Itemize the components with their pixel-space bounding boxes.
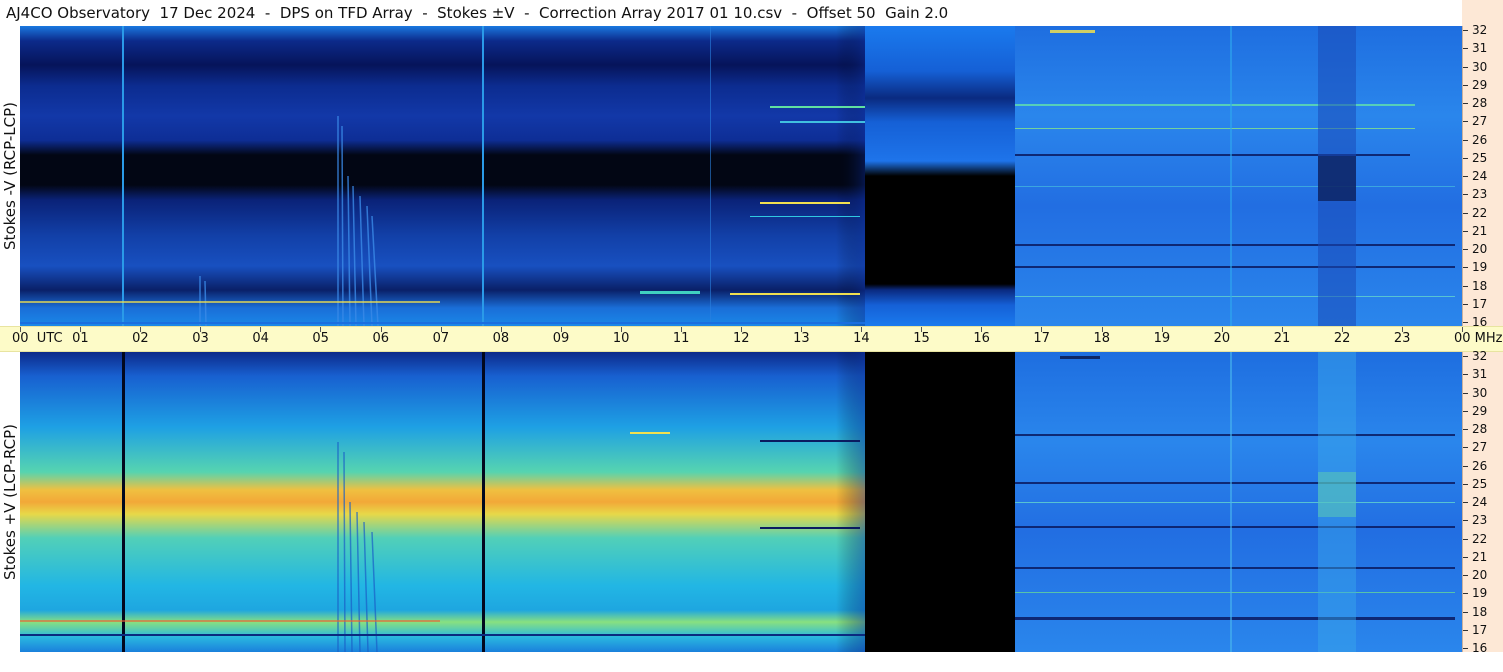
hour-tick: [200, 327, 202, 332]
freq-label: 30: [1472, 385, 1488, 400]
hour-tick: [981, 327, 983, 332]
freq-label: 18: [1472, 278, 1488, 293]
hour-tick: [801, 327, 803, 332]
freq-label: 17: [1472, 622, 1488, 637]
freq-label: 24: [1472, 169, 1488, 183]
hour-tick: [921, 327, 923, 332]
freq-label: 30: [1472, 59, 1488, 74]
freq-label: 28: [1472, 422, 1488, 436]
hour-tick: [20, 327, 21, 332]
freq-label: 23: [1472, 187, 1488, 202]
freq-label: 19: [1472, 260, 1488, 275]
freq-label: 28: [1472, 96, 1488, 110]
top-panel-label-text: Stokes -V (RCP-LCP): [1, 102, 19, 250]
bottom-gap-region: [865, 352, 1015, 652]
hour-tick: [861, 327, 863, 332]
top-frequency-scale: 32 31 30 29 28 27 26 25 24 23 22 21 20 19 18 17 16: [1462, 23, 1503, 328]
hour-tick: [741, 327, 742, 332]
freq-label: 25: [1472, 476, 1488, 491]
hour-tick: [320, 327, 322, 332]
freq-label: 20: [1472, 568, 1488, 582]
hour-tick: [380, 327, 382, 332]
top-gap-region: [865, 26, 1015, 326]
top-right-data: [1015, 26, 1462, 326]
freq-label: 26: [1472, 132, 1488, 147]
hour-tick: [1281, 327, 1283, 332]
top-panel-label: Stokes -V (RCP-LCP): [0, 26, 20, 326]
utc-time-axis: 00 UTC 01 02 03 04 05 06 07 08 09 10 11 12 13 14 15 16 17…: [0, 326, 1503, 352]
plot-title: AJ4CO Observatory 17 Dec 2024 - DPS on T…: [6, 4, 949, 22]
hour-tick: [620, 327, 622, 332]
freq-label: 23: [1472, 513, 1488, 528]
hour-tick: [260, 327, 262, 332]
hour-tick: [1401, 327, 1403, 332]
freq-label: 29: [1472, 403, 1488, 418]
freq-label: 22: [1472, 205, 1488, 220]
freq-label: 26: [1472, 458, 1488, 473]
freq-label: 21: [1472, 549, 1488, 564]
freq-label: 31: [1472, 41, 1488, 56]
freq-label: 27: [1472, 440, 1488, 455]
top-spectrogram: [20, 26, 1462, 326]
bottom-margin: [0, 652, 1503, 672]
hour-tick: [1462, 327, 1463, 332]
bottom-panel-label-text: Stokes +V (LCP-RCP): [1, 424, 19, 580]
bottom-panel-label: Stokes +V (LCP-RCP): [0, 352, 20, 652]
hour-tick: [1221, 327, 1223, 332]
hour-tick: [500, 327, 502, 332]
hour-tick: [560, 327, 562, 332]
hour-tick: [80, 327, 82, 332]
freq-label: 27: [1472, 114, 1488, 129]
freq-label: 29: [1472, 77, 1488, 92]
freq-label: 31: [1472, 367, 1488, 382]
hour-tick: [680, 327, 682, 332]
freq-label: 22: [1472, 531, 1488, 546]
freq-label: 24: [1472, 495, 1488, 509]
freq-label: 17: [1472, 296, 1488, 311]
hour-tick: [1161, 327, 1163, 332]
freq-label: 21: [1472, 223, 1488, 238]
hour-tick: [1041, 327, 1043, 332]
hour-tick: [1101, 327, 1103, 332]
bottom-spectrogram: [20, 352, 1462, 652]
freq-label: 18: [1472, 604, 1488, 619]
freq-label: 32: [1472, 349, 1488, 363]
bottom-frequency-scale: 32 31 30 29 28 27 26 25 24 23 22 21 20 19 18 17 16: [1462, 349, 1503, 654]
freq-label: 19: [1472, 586, 1488, 601]
hour-tick: [1341, 327, 1343, 332]
hour-tick: [440, 327, 442, 332]
freq-label: 32: [1472, 23, 1488, 37]
freq-label: 20: [1472, 242, 1488, 256]
hour-tick: [140, 327, 142, 332]
freq-label: 25: [1472, 150, 1488, 165]
